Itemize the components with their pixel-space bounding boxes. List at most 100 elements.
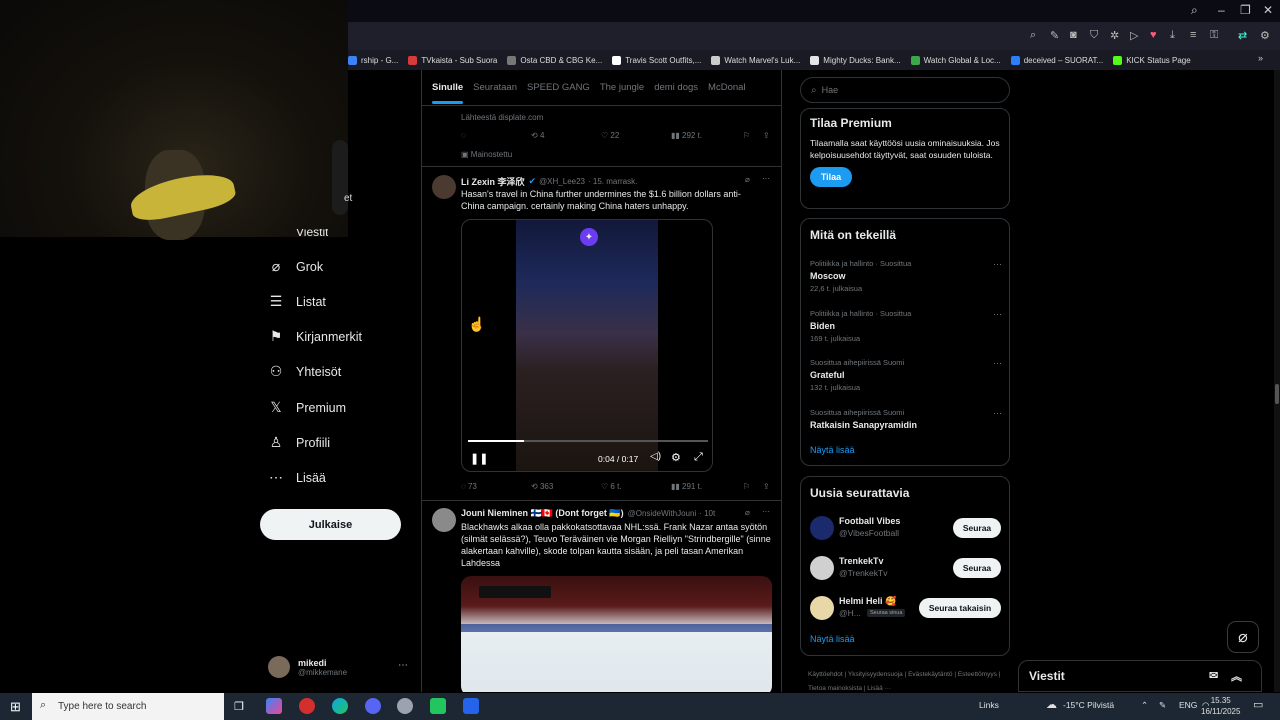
retweet-icon[interactable]: ⟲ 363 bbox=[531, 482, 553, 491]
account-switcher[interactable]: mikedi @mikkemane ⋯ bbox=[268, 650, 418, 684]
search-input[interactable]: ⌕ Hae bbox=[800, 77, 1010, 103]
weather-text[interactable]: -15°C Pilvistä bbox=[1063, 700, 1114, 710]
settings-icon[interactable]: ⚙ bbox=[671, 451, 681, 464]
tab-3[interactable]: SPEED GANG bbox=[527, 82, 590, 93]
language-indicator[interactable]: ENG bbox=[1179, 700, 1197, 710]
edge-icon[interactable] bbox=[332, 698, 348, 714]
opera-icon[interactable] bbox=[299, 698, 315, 714]
follow-suggestion[interactable]: TrenkekTv @TrenkekTv Seuraa bbox=[810, 553, 1002, 583]
bookmarks-overflow-icon[interactable]: » bbox=[1258, 53, 1263, 63]
windows-start-icon[interactable]: ⊞ bbox=[10, 699, 21, 715]
grok-button[interactable]: ⌀ bbox=[1227, 621, 1259, 653]
retweet-icon[interactable]: ⟲ 4 bbox=[531, 131, 544, 140]
avatar[interactable] bbox=[432, 175, 456, 199]
shield-icon[interactable]: ⛉ bbox=[1090, 29, 1098, 42]
tab-4[interactable]: The jungle bbox=[600, 82, 644, 93]
tray-overflow-icon[interactable]: ⌃ bbox=[1141, 700, 1148, 711]
trends-show-more[interactable]: Näytä lisää bbox=[810, 445, 855, 455]
follow-suggestion[interactable]: Helmi Heli 🥰 @H... Seuraa sinua Seuraa taka… bbox=[810, 593, 1002, 623]
bookmark-item[interactable]: KICK Status Page bbox=[1113, 55, 1191, 65]
bookmark-item[interactable]: Watch Global & Loc... bbox=[910, 55, 1001, 65]
share-icon[interactable]: ⇪ bbox=[763, 131, 770, 140]
page-scrollbar[interactable] bbox=[1274, 70, 1280, 692]
camera-icon[interactable]: ◙ bbox=[1070, 29, 1077, 41]
author-name[interactable]: Jouni Nieminen 🇫🇮🇨🇦 (Dont forget 🇺🇦) bbox=[461, 508, 624, 519]
play-icon[interactable]: ▷ bbox=[1130, 29, 1138, 42]
share-icon[interactable]: ⇪ bbox=[763, 482, 770, 491]
sparkle-icon[interactable]: ✦ bbox=[580, 228, 598, 246]
close-icon[interactable]: ✕ bbox=[1263, 3, 1273, 17]
tab-6[interactable]: McDonal bbox=[708, 82, 746, 93]
tab-2[interactable]: Seurataan bbox=[473, 82, 517, 93]
download-icon[interactable]: ⤓ bbox=[1170, 29, 1175, 42]
app-icon[interactable] bbox=[430, 698, 446, 714]
trend-item[interactable]: Suosittua aihepiirissä Suomi Ratkaisin Sa… bbox=[810, 408, 1002, 433]
video-progress[interactable] bbox=[468, 440, 708, 442]
bookmark-item[interactable]: Travis Scott Outfits,... bbox=[612, 55, 701, 65]
sidebar-item-grok[interactable]: ⌀ Grok bbox=[268, 258, 323, 275]
sidebar-item-lisää[interactable]: ⋯ Lisää bbox=[268, 469, 326, 486]
reply-icon[interactable]: ◌ bbox=[461, 131, 466, 140]
settings-icon[interactable]: ⚙ bbox=[1260, 29, 1270, 42]
trend-item[interactable]: Suosittua aihepiirissä Suomi Grateful 132 … bbox=[810, 358, 1002, 392]
tweet-image[interactable] bbox=[461, 576, 772, 692]
sidebar-item-kirjanmerkit[interactable]: ⚑ Kirjanmerkit bbox=[268, 328, 362, 345]
bookmark-item[interactable]: Watch Marvel's Luk... bbox=[711, 55, 800, 65]
new-message-icon[interactable]: ✉ bbox=[1209, 669, 1218, 682]
like-icon[interactable]: ♡ 22 bbox=[601, 131, 619, 140]
post-button[interactable]: Julkaise bbox=[260, 509, 401, 540]
views-icon[interactable]: ▮▮ 292 t. bbox=[671, 131, 702, 140]
bookmark-item[interactable]: TVkaista - Sub Suora bbox=[408, 55, 497, 65]
lock-icon[interactable]: ⚿ bbox=[1210, 29, 1218, 42]
avatar[interactable] bbox=[810, 596, 834, 620]
steam-icon[interactable] bbox=[397, 698, 413, 714]
pause-icon[interactable]: ❚❚ bbox=[470, 452, 488, 465]
fullscreen-icon[interactable]: ⤢ bbox=[694, 451, 703, 464]
edit-icon[interactable]: ✎ bbox=[1050, 29, 1059, 42]
clock[interactable]: 15.35 16/11/2025 bbox=[1201, 695, 1240, 717]
extension-icon[interactable]: ✲ bbox=[1110, 29, 1119, 42]
sidebar-item-profiili[interactable]: ♙ Profiili bbox=[268, 434, 330, 451]
task-view-icon[interactable]: ❐ bbox=[234, 700, 244, 713]
sidebar-item-premium[interactable]: 𝕏 Premium bbox=[268, 399, 346, 416]
more-icon[interactable]: ⋯ bbox=[993, 358, 1002, 369]
subscribe-button[interactable]: Tilaa bbox=[810, 167, 852, 187]
minimize-icon[interactable]: – bbox=[1218, 3, 1225, 17]
reply-icon[interactable]: ◌ 73 bbox=[461, 482, 477, 491]
ad-source[interactable]: Lähteestä displate.com bbox=[461, 113, 543, 122]
sidebar-item-partial[interactable]: Viestit bbox=[296, 229, 328, 237]
suggestion-name[interactable]: Football Vibes bbox=[839, 516, 900, 526]
grok-icon[interactable]: ⌀ bbox=[745, 175, 750, 184]
more-icon[interactable]: ⋯ bbox=[398, 660, 408, 671]
follow-button[interactable]: Seuraa bbox=[953, 518, 1001, 538]
suggestion-name[interactable]: TrenkekTv bbox=[839, 556, 884, 566]
pen-icon[interactable]: ✎ bbox=[1159, 700, 1166, 711]
more-icon[interactable]: ⋯ bbox=[762, 507, 770, 516]
footer-links[interactable]: Käyttöehdot | Yksityisyydensuoja | Eväst… bbox=[808, 668, 1013, 692]
grok-icon[interactable]: ⌀ bbox=[745, 508, 750, 517]
tab-1[interactable]: Sinulle bbox=[432, 82, 464, 104]
bookmark-icon[interactable]: ⚐ bbox=[743, 131, 750, 140]
copilot-icon[interactable] bbox=[266, 698, 282, 714]
links-toolbar[interactable]: Links bbox=[979, 700, 999, 710]
bookmark-item[interactable]: Osta CBD & CBG Ke... bbox=[507, 55, 602, 65]
follow-suggestion[interactable]: Football Vibes @VibesFootball Seuraa bbox=[810, 513, 1002, 543]
sidebar-item-yhteisöt[interactable]: ⚇ Yhteisöt bbox=[268, 363, 341, 380]
restore-icon[interactable]: ❐ bbox=[1240, 3, 1251, 17]
scrollbar-thumb[interactable] bbox=[1275, 384, 1279, 404]
trend-item[interactable]: Politiikka ja hallinto · Suosittua Moscow… bbox=[810, 259, 1002, 293]
avatar[interactable] bbox=[810, 516, 834, 540]
tweet-date[interactable]: · 15. marrask. bbox=[588, 177, 637, 186]
more-icon[interactable]: ⋯ bbox=[993, 259, 1002, 270]
notification-icon[interactable]: ▭ bbox=[1253, 698, 1263, 711]
zoom-icon[interactable]: ⌕ bbox=[1030, 29, 1036, 42]
expand-icon[interactable]: ︽ bbox=[1231, 668, 1242, 684]
more-icon[interactable]: ⋯ bbox=[762, 174, 770, 183]
search-icon[interactable]: ⌕ bbox=[1191, 3, 1198, 18]
tweet-date[interactable]: · 10t bbox=[699, 509, 715, 518]
more-icon[interactable]: ⋯ bbox=[993, 309, 1002, 320]
app-icon[interactable]: ⇄ bbox=[1238, 29, 1247, 42]
follow-button[interactable]: Seuraa bbox=[953, 558, 1001, 578]
bookmark-item[interactable]: deceived – SUORAT... bbox=[1010, 55, 1103, 65]
follow-button[interactable]: Seuraa takaisin bbox=[919, 598, 1001, 618]
